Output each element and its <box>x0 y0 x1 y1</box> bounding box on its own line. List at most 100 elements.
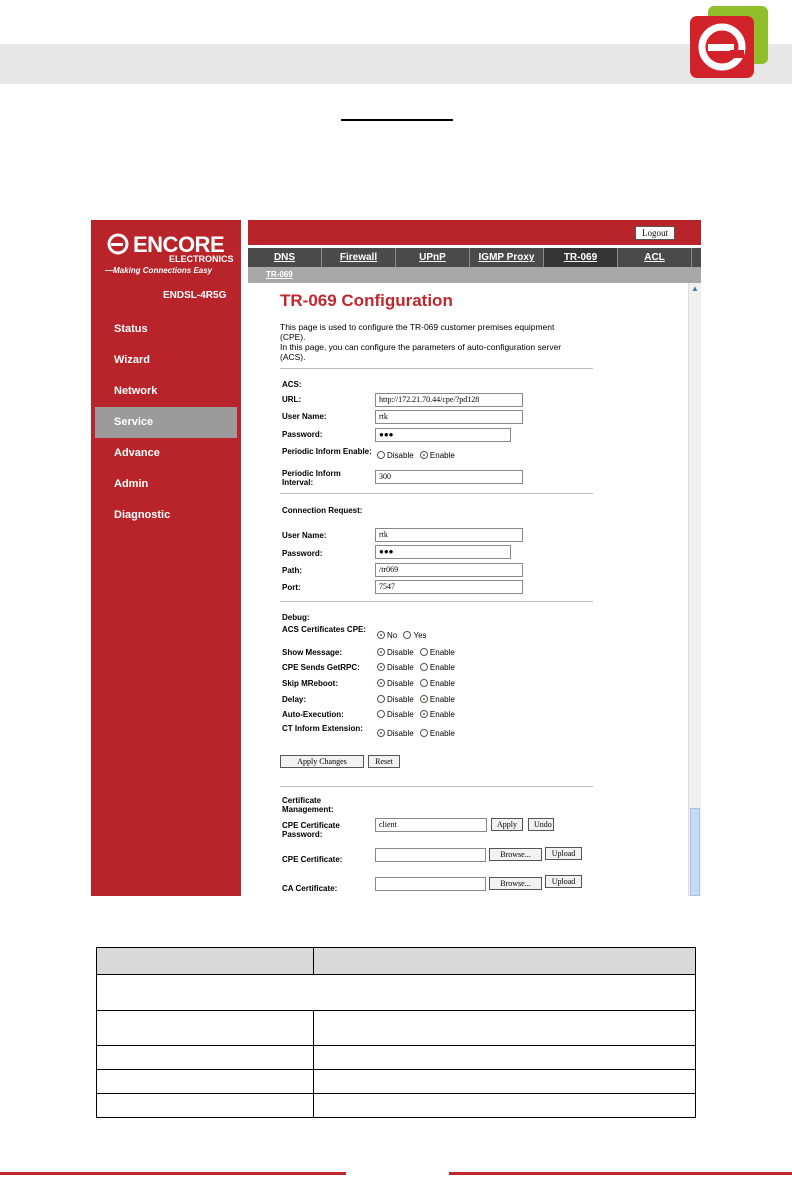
conn-password-label: Password: <box>282 549 323 558</box>
acs-password-input[interactable]: ●●● <box>375 428 511 442</box>
conn-password-input[interactable]: ●●● <box>375 545 511 559</box>
conn-port-input[interactable]: 7547 <box>375 580 523 594</box>
conn-path-input[interactable]: /tr069 <box>375 563 523 577</box>
ct-inform-disable-radio[interactable] <box>377 729 385 737</box>
scroll-up-arrow-icon[interactable]: ▲ <box>689 284 701 294</box>
ct-inform-enable-radio[interactable] <box>419 729 428 737</box>
sidebar: ENCORE ELECTRONICS —Making Connections E… <box>91 220 241 896</box>
cert-apply-button[interactable]: Apply <box>491 818 523 831</box>
ca-cert-upload-button[interactable]: Upload <box>545 875 582 888</box>
table-cell <box>96 1069 314 1094</box>
table-cell <box>96 1010 314 1046</box>
subtab-tr069[interactable]: TR-069 <box>266 270 293 279</box>
table-row <box>96 1093 696 1118</box>
acs-cert-no-radio[interactable] <box>377 631 385 639</box>
brand-tagline: —Making Connections Easy <box>105 266 213 275</box>
cpe-sends-getrpc-label: CPE Sends GetRPC: <box>282 663 360 672</box>
ca-certificate-label: CA Certificate: <box>282 884 338 893</box>
sidebar-item-network[interactable]: Network <box>95 376 237 407</box>
document-header-bar <box>0 44 792 84</box>
reset-button[interactable]: Reset <box>368 755 400 768</box>
table-header-cell <box>313 947 696 975</box>
periodic-inform-enable-label: Periodic Inform Enable: <box>282 447 372 456</box>
auto-execution-label: Auto-Execution: <box>282 710 344 719</box>
sidebar-item-advance[interactable]: Advance <box>95 438 237 469</box>
ca-cert-browse-button[interactable]: Browse... <box>489 877 542 890</box>
sidebar-item-wizard[interactable]: Wizard <box>95 345 237 376</box>
conn-path-label: Path: <box>282 566 302 575</box>
page-description-line-2: In this page, you can configure the para… <box>280 342 562 362</box>
skip-mreboot-disable-radio[interactable] <box>377 679 385 687</box>
acs-cert-no-label: No <box>387 631 398 640</box>
acs-cert-yes-label: Yes <box>413 631 427 640</box>
periodic-inform-interval-input[interactable]: 300 <box>375 470 523 484</box>
table-header-row <box>96 947 696 975</box>
section-title-underline <box>341 119 453 121</box>
ct-inform-extension-label: CT Inform Extension: <box>282 724 363 733</box>
acs-certificates-label: ACS Certificates CPE: <box>282 625 367 634</box>
cpe-cert-browse-button[interactable]: Browse... <box>489 848 542 861</box>
auto-execution-disable-radio[interactable] <box>377 710 385 718</box>
ca-certificate-file-input[interactable] <box>375 877 486 891</box>
ct-inform-disable-label: Disable <box>387 729 414 738</box>
delay-disable-radio[interactable] <box>377 695 385 703</box>
brand-logo: ENCORE ELECTRONICS —Making Connections E… <box>105 232 235 282</box>
acs-cert-yes-radio[interactable] <box>403 631 412 639</box>
apply-changes-button[interactable]: Apply Changes <box>280 755 364 768</box>
show-message-enable-radio[interactable] <box>419 648 428 656</box>
cpe-cert-upload-button[interactable]: Upload <box>545 847 582 860</box>
sidebar-item-status[interactable]: Status <box>95 314 237 345</box>
divider <box>280 601 593 602</box>
table-row <box>96 974 696 1011</box>
tab-tr069[interactable]: TR-069 <box>544 248 618 267</box>
show-message-disable-radio[interactable] <box>377 648 385 656</box>
model-name: ENDSL-4R5G <box>163 290 227 301</box>
tab-igmp-proxy[interactable]: IGMP Proxy <box>470 248 544 267</box>
table-cell <box>96 1093 314 1118</box>
cpe-cert-password-input[interactable]: client <box>375 818 487 832</box>
conn-username-input[interactable]: rtk <box>375 528 523 542</box>
acs-url-input[interactable]: http://172.21.70.44/cpe/?pd128 <box>375 393 523 407</box>
encore-logo-icon <box>690 6 768 78</box>
tab-firewall[interactable]: Firewall <box>322 248 396 267</box>
sidebar-item-admin[interactable]: Admin <box>95 469 237 500</box>
periodic-enable-radio[interactable] <box>419 451 428 459</box>
getrpc-disable-label: Disable <box>387 663 414 672</box>
show-message-radios: Disable Enable <box>377 648 455 658</box>
divider <box>280 368 593 369</box>
delay-enable-radio[interactable] <box>419 695 428 703</box>
periodic-inform-enable-radios: Disable Enable <box>377 451 455 461</box>
cert-undo-button[interactable]: Undo <box>528 818 554 831</box>
getrpc-enable-radio[interactable] <box>419 663 428 671</box>
cpe-certificate-file-input[interactable] <box>375 848 486 862</box>
divider <box>280 786 593 787</box>
sidebar-item-service[interactable]: Service <box>95 407 237 438</box>
tab-acl[interactable]: ACL <box>618 248 692 267</box>
brand-sub: ELECTRONICS <box>169 254 234 264</box>
getrpc-disable-radio[interactable] <box>377 663 385 671</box>
acs-certificates-radios: No Yes <box>377 631 427 641</box>
tab-upnp[interactable]: UPnP <box>396 248 470 267</box>
table-row <box>96 1045 696 1070</box>
ct-inform-enable-label: Enable <box>429 729 455 738</box>
tab-dns[interactable]: DNS <box>248 248 322 267</box>
skip-mreboot-radios: Disable Enable <box>377 679 455 689</box>
tab-bar: DNS Firewall UPnP IGMP Proxy TR-069 ACL <box>248 248 701 267</box>
show-message-label: Show Message: <box>282 648 343 657</box>
auto-execution-enable-radio[interactable] <box>419 710 428 718</box>
cpe-certificate-label: CPE Certificate: <box>282 855 343 864</box>
acs-username-input[interactable]: rtk <box>375 410 523 424</box>
sidebar-item-diagnostic[interactable]: Diagnostic <box>95 500 237 531</box>
delay-enable-label: Enable <box>429 695 455 704</box>
skip-mreboot-enable-radio[interactable] <box>419 679 428 687</box>
periodic-disable-radio[interactable] <box>377 451 385 459</box>
scroll-thumb[interactable] <box>690 808 700 896</box>
logout-button[interactable]: Logout <box>635 226 675 240</box>
footer-rule-right <box>449 1172 792 1175</box>
main-content: TR-069 Configuration This page is used t… <box>248 283 688 896</box>
subtab-bar: TR-069 <box>248 267 701 283</box>
cpe-sends-getrpc-radios: Disable Enable <box>377 663 455 673</box>
scrollbar[interactable]: ▲ <box>688 283 701 896</box>
auto-execution-radios: Disable Enable <box>377 710 455 720</box>
table-cell <box>313 1010 696 1046</box>
